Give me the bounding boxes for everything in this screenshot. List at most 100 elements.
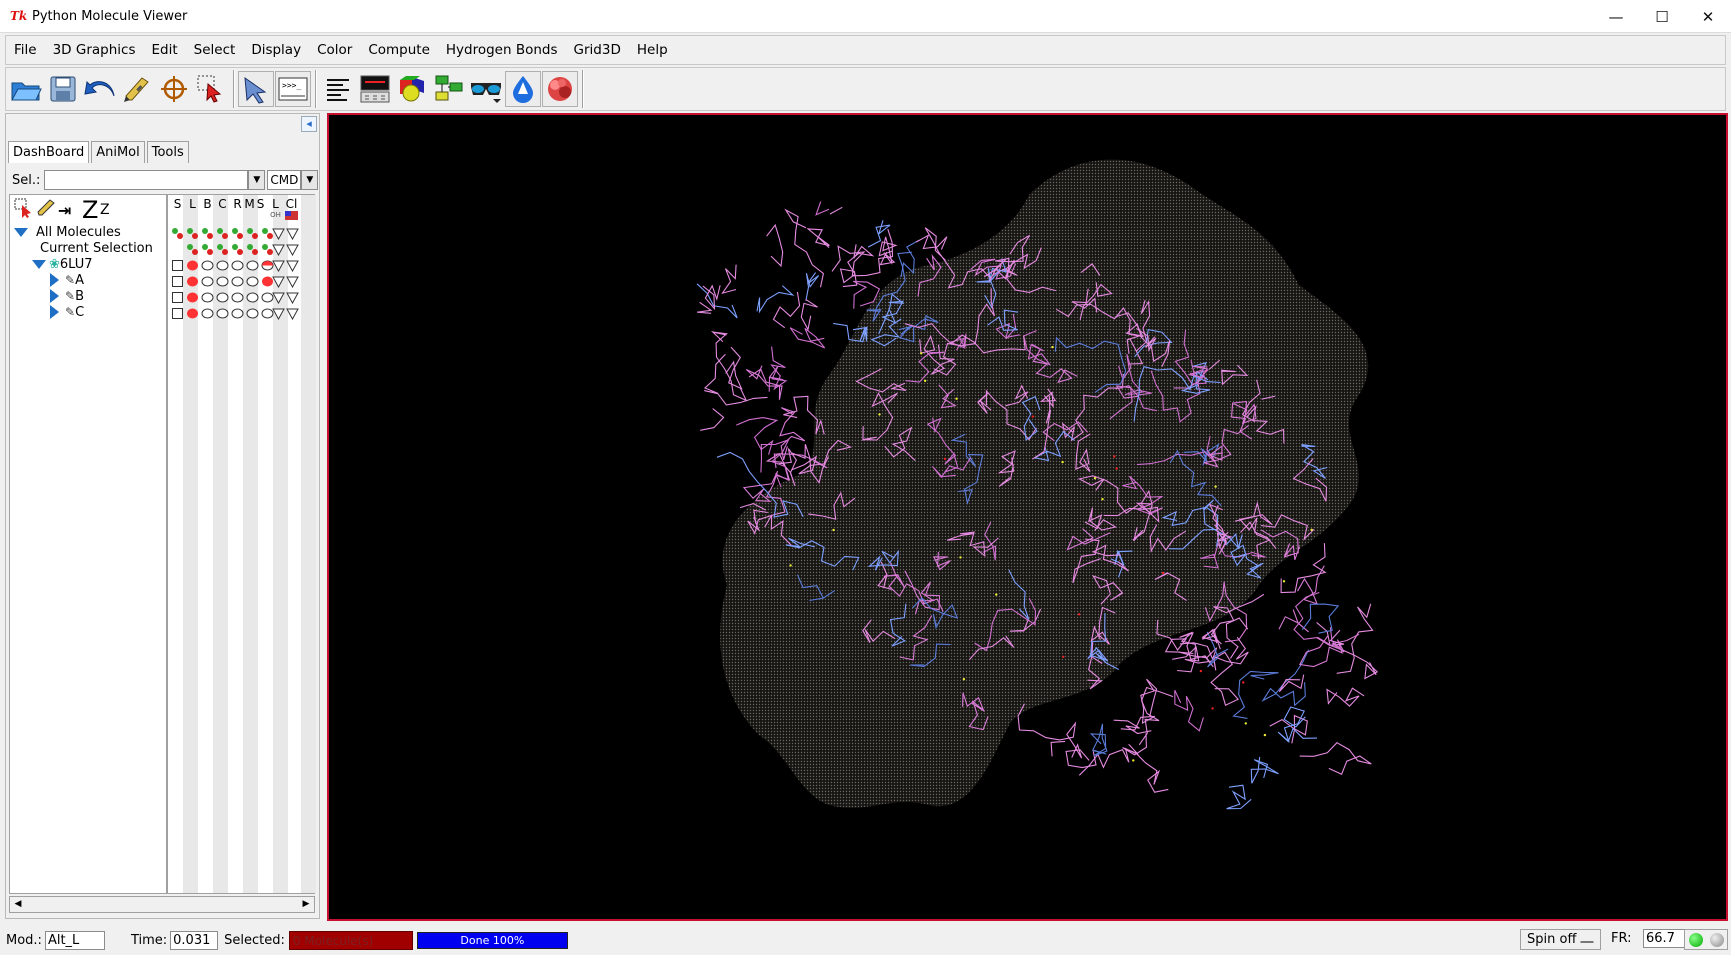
cmd-select[interactable]: CMD: [267, 170, 302, 190]
expand-right-icon[interactable]: [50, 273, 59, 287]
tab-tools[interactable]: Tools: [146, 141, 189, 163]
scroll-left-icon[interactable]: ◀: [10, 897, 26, 912]
monitor-icon[interactable]: [357, 71, 393, 107]
minimize-button[interactable]: —: [1593, 0, 1639, 33]
toggle-off-icon[interactable]: [231, 275, 244, 288]
toggle-off-icon[interactable]: [216, 259, 229, 272]
zoom-large-icon[interactable]: Z: [82, 196, 100, 224]
toggle-mixed-icon[interactable]: [171, 227, 184, 240]
save-icon[interactable]: [45, 71, 81, 107]
checkbox[interactable]: [171, 307, 184, 320]
menu-grid3d[interactable]: Grid3D: [566, 36, 629, 64]
menu-hydrogen-bonds[interactable]: Hydrogen Bonds: [438, 36, 566, 64]
undo-icon[interactable]: [82, 71, 118, 107]
toggle-off-icon[interactable]: [231, 291, 244, 304]
text-lines-icon[interactable]: [320, 71, 356, 107]
expand-down-icon[interactable]: [32, 259, 46, 269]
distance-icon[interactable]: ⇥: [58, 201, 82, 220]
toggle-off-icon[interactable]: [201, 275, 214, 288]
dropdown-triangle-icon[interactable]: [272, 275, 285, 288]
toggle-on-icon[interactable]: [186, 307, 199, 320]
crosshair-icon[interactable]: [156, 71, 192, 107]
toggle-off-icon[interactable]: [231, 259, 244, 272]
toggle-on-icon[interactable]: [186, 291, 199, 304]
col-header-lines[interactable]: L: [185, 197, 200, 211]
toggle-off-icon[interactable]: [246, 259, 259, 272]
checkbox[interactable]: [171, 259, 184, 272]
collapse-panel-icon[interactable]: ◂: [301, 116, 317, 132]
toggle-off-icon[interactable]: [201, 259, 214, 272]
drop-icon[interactable]: [505, 71, 541, 107]
menu-file[interactable]: File: [6, 36, 45, 64]
checkbox[interactable]: [171, 275, 184, 288]
menu-help[interactable]: Help: [629, 36, 676, 64]
scroll-right-icon[interactable]: ▶: [298, 897, 314, 912]
pointer-icon[interactable]: [238, 71, 274, 107]
tab-dashboard[interactable]: DashBoard: [8, 141, 90, 163]
dropdown-triangle-icon[interactable]: [272, 307, 285, 320]
selection-input[interactable]: [44, 170, 249, 190]
expand-down-icon[interactable]: [14, 227, 28, 237]
toggle-off-icon[interactable]: [216, 291, 229, 304]
spin-toggle-button[interactable]: Spin off ⎼: [1520, 929, 1601, 950]
toggle-off-icon[interactable]: [201, 291, 214, 304]
toggle-mixed-icon[interactable]: [231, 227, 244, 240]
toggle-off-icon[interactable]: [216, 307, 229, 320]
toggle-mixed-icon[interactable]: [231, 243, 244, 256]
toggle-off-icon[interactable]: [246, 275, 259, 288]
toggle-mixed-icon[interactable]: [201, 227, 214, 240]
menu-display[interactable]: Display: [243, 36, 309, 64]
dropdown-triangle-icon[interactable]: [272, 243, 285, 256]
cmd-dropdown-button[interactable]: ▼: [301, 170, 319, 190]
col-header-show[interactable]: S: [170, 197, 185, 211]
col-header-ballstick[interactable]: B: [200, 197, 215, 211]
dropdown-triangle-icon[interactable]: [286, 259, 299, 272]
python-shell-icon[interactable]: >>>_: [275, 71, 311, 107]
dropdown-triangle-icon[interactable]: [286, 291, 299, 304]
toggle-mixed-icon[interactable]: [186, 227, 199, 240]
horizontal-scrollbar[interactable]: ◀ ▶: [9, 896, 315, 913]
toggle-off-icon[interactable]: [246, 291, 259, 304]
dropdown-triangle-icon[interactable]: [272, 291, 285, 304]
pencil-icon[interactable]: [119, 71, 155, 107]
checkbox[interactable]: [171, 291, 184, 304]
toggle-on-icon[interactable]: [186, 259, 199, 272]
toggle-off-icon[interactable]: [246, 307, 259, 320]
toggle-off-icon[interactable]: [231, 307, 244, 320]
stereo-glasses-icon[interactable]: [468, 71, 504, 107]
toggle-on-icon[interactable]: [186, 275, 199, 288]
tree-item-chain-c[interactable]: ✎ C: [50, 303, 84, 321]
selected-count-field[interactable]: 0 Molecule(s): [288, 930, 413, 950]
tab-animol[interactable]: AniMol: [91, 141, 145, 163]
surface-icon[interactable]: [542, 71, 578, 107]
toggle-mixed-icon[interactable]: [186, 243, 199, 256]
3d-viewer-canvas[interactable]: [327, 113, 1728, 921]
menu-edit[interactable]: Edit: [144, 36, 186, 64]
toggle-mixed-icon[interactable]: [246, 227, 259, 240]
toggle-mixed-icon[interactable]: [201, 243, 214, 256]
menu-3d-graphics[interactable]: 3D Graphics: [45, 36, 144, 64]
menu-compute[interactable]: Compute: [360, 36, 438, 64]
expand-right-icon[interactable]: [50, 305, 59, 319]
shapes-icon[interactable]: [394, 71, 430, 107]
selection-dropdown-button[interactable]: ▼: [248, 170, 266, 190]
dropdown-triangle-icon[interactable]: [286, 275, 299, 288]
zoom-small-icon[interactable]: Z: [100, 202, 114, 218]
pencil-tool-icon[interactable]: [36, 198, 58, 222]
maximize-button[interactable]: ☐: [1639, 0, 1685, 33]
toggle-mixed-icon[interactable]: [246, 243, 259, 256]
toggle-off-icon[interactable]: [216, 275, 229, 288]
menu-color[interactable]: Color: [309, 36, 360, 64]
close-button[interactable]: ✕: [1685, 0, 1731, 33]
select-box-icon[interactable]: [14, 198, 36, 222]
dropdown-triangle-icon[interactable]: [286, 227, 299, 240]
col-header-cpk[interactable]: C: [215, 197, 230, 211]
dropdown-triangle-icon[interactable]: [272, 227, 285, 240]
toggle-off-icon[interactable]: [201, 307, 214, 320]
toggle-mixed-icon[interactable]: [216, 227, 229, 240]
pipeline-icon[interactable]: [431, 71, 467, 107]
dropdown-triangle-icon[interactable]: [286, 307, 299, 320]
toggle-mixed-icon[interactable]: [216, 243, 229, 256]
menu-select[interactable]: Select: [186, 36, 244, 64]
col-header-label[interactable]: L: [268, 197, 283, 211]
